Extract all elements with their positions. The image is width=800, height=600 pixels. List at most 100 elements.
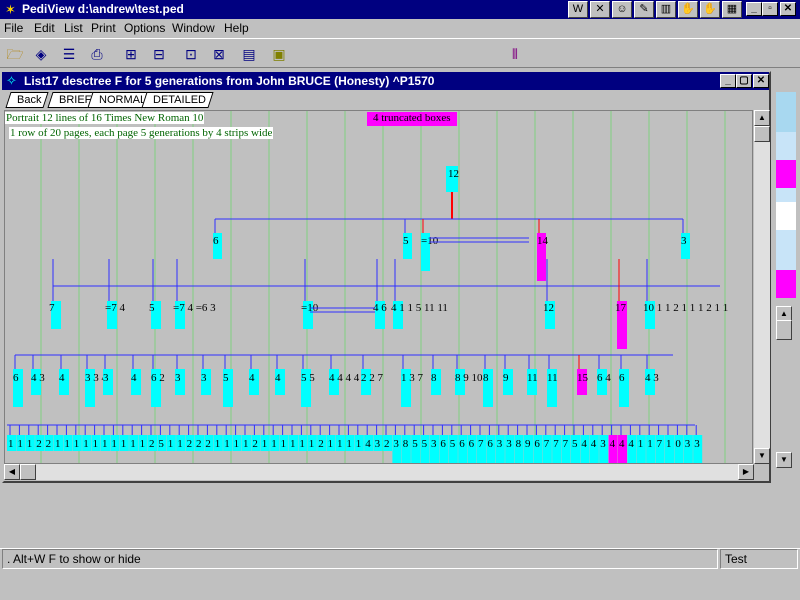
- side-scroll-thumb[interactable]: [776, 320, 792, 340]
- side-block[interactable]: [776, 270, 796, 298]
- eraser-icon[interactable]: ◈: [30, 43, 52, 65]
- printer-icon[interactable]: ⎙: [86, 43, 108, 65]
- tree-label: 3: [681, 235, 687, 247]
- tree-label: 7: [49, 302, 55, 314]
- tree-label: 6: [13, 372, 19, 384]
- tree-label: 12: [448, 168, 459, 180]
- tree-label: 1: [17, 438, 23, 450]
- boxes-icon[interactable]: ⊟: [148, 43, 170, 65]
- child-title-bar: ✧ List17 desctree F for 5 generations fr…: [2, 72, 769, 90]
- tree-label: 6: [469, 438, 475, 450]
- tree-canvas[interactable]: 12 6 5 =10 14 3 7 =7 4 5 =7 4 =6 3 =10 4 64 1 1 5 1…: [4, 110, 753, 464]
- menu-help[interactable]: Help: [224, 21, 249, 35]
- close-button[interactable]: ✕: [780, 2, 796, 16]
- horizontal-scrollbar[interactable]: ◀ ▶: [4, 464, 754, 480]
- side-block[interactable]: [776, 160, 796, 188]
- descendants-icon[interactable]: ⊡: [180, 43, 202, 65]
- tab-back[interactable]: Back: [5, 92, 50, 108]
- ancestors-icon[interactable]: ⊠: [208, 43, 230, 65]
- tree-label: 8 9 10: [455, 372, 483, 384]
- grid-icon[interactable]: ▦: [722, 1, 742, 18]
- scroll-right-button[interactable]: ▶: [738, 464, 754, 480]
- child-minimize-button[interactable]: _: [720, 74, 736, 88]
- tree-label: 11: [527, 372, 538, 384]
- tree-label: 4: [59, 372, 65, 384]
- tree-label: 1: [281, 438, 287, 450]
- tree-label: 5: [572, 438, 578, 450]
- status-file: Test: [720, 549, 798, 569]
- scroll-down-button[interactable]: ▼: [754, 448, 770, 464]
- tree-label: 1: [177, 438, 183, 450]
- side-block[interactable]: [776, 132, 796, 160]
- tree-label: 1: [8, 438, 14, 450]
- tree-label: 1: [111, 438, 117, 450]
- tree-label: 1: [64, 438, 70, 450]
- child-close-button[interactable]: ✕: [753, 74, 769, 88]
- tree-label: 1: [102, 438, 108, 450]
- tree-label: 2: [318, 438, 324, 450]
- tree-label: 8: [431, 372, 437, 384]
- tree-label: 1: [666, 438, 672, 450]
- tree-label: 9: [525, 438, 531, 450]
- menu-list[interactable]: List: [64, 21, 83, 35]
- menu-window[interactable]: Window: [172, 21, 215, 35]
- side-block[interactable]: [776, 230, 796, 270]
- tree-label: 1 3 7: [401, 372, 424, 384]
- menu-print[interactable]: Print: [91, 21, 116, 35]
- minimize-button[interactable]: _: [746, 2, 762, 16]
- tree-label: 2 2 7: [361, 372, 384, 384]
- tree-label: 7: [553, 438, 559, 450]
- tree-label: 4 6: [373, 302, 387, 314]
- tree-label: 3: [431, 438, 437, 450]
- card-icon[interactable]: ▥: [656, 1, 676, 18]
- tree-label: 1: [337, 438, 343, 450]
- scroll-left-button[interactable]: ◀: [4, 464, 20, 480]
- side-block[interactable]: [776, 188, 796, 202]
- open-folder-icon[interactable]: 🗁: [4, 43, 26, 65]
- app-icon[interactable]: ✶: [3, 2, 18, 17]
- tree-label: 3: [201, 372, 207, 384]
- tree-label: 2: [205, 438, 211, 450]
- list-lines-icon[interactable]: ☰: [58, 43, 80, 65]
- tab-detailed[interactable]: DETAILED: [141, 92, 214, 108]
- tree-grid-icon[interactable]: ⊞: [120, 43, 142, 65]
- side-block[interactable]: [776, 202, 796, 230]
- hand-icon[interactable]: ✋: [678, 1, 698, 18]
- tree-label: 2: [149, 438, 155, 450]
- scroll-thumb[interactable]: [754, 126, 770, 142]
- tree-label: 14: [537, 235, 549, 247]
- menu-options[interactable]: Options: [124, 21, 165, 35]
- tree-label: 1: [168, 438, 174, 450]
- scroll-up-button[interactable]: ▲: [754, 110, 770, 126]
- tree-label: 6 2: [151, 372, 165, 384]
- export-icon[interactable]: ▣: [268, 43, 290, 65]
- vertical-scrollbar[interactable]: ▲ ▼: [754, 110, 770, 464]
- tree-label: 1: [93, 438, 99, 450]
- child-maximize-button[interactable]: ▢: [736, 74, 752, 88]
- tree-label: 1: [638, 438, 644, 450]
- side-scroll-down[interactable]: ▼: [776, 452, 792, 468]
- app-title: PediView d:\andrew\test.ped: [22, 2, 184, 16]
- tree-label: 2: [252, 438, 258, 450]
- w-icon[interactable]: W: [568, 1, 588, 18]
- tree-label: 4: [275, 372, 281, 384]
- pen-icon[interactable]: ✎: [634, 1, 654, 18]
- tree-label: 8: [516, 438, 522, 450]
- tree-label: 11: [547, 372, 558, 384]
- side-block[interactable]: [776, 92, 796, 132]
- tree-label: 4 3: [31, 372, 45, 384]
- close-x-icon[interactable]: ✕: [590, 1, 610, 18]
- tree-label: 6: [487, 438, 493, 450]
- chart-icon[interactable]: ⫴: [504, 43, 526, 65]
- list-tree-icon[interactable]: ▤: [238, 43, 260, 65]
- page-info-line1: Portrait 12 lines of 16 Times New Roman …: [5, 112, 205, 124]
- tree-label: 5 5: [301, 372, 315, 384]
- menu-file[interactable]: File: [4, 21, 23, 35]
- hand-point-icon[interactable]: ✋: [700, 1, 720, 18]
- person-icon[interactable]: ☺: [612, 1, 632, 18]
- descendant-tree: 126 5 =10 14 37 =7 4 5 =7 4 =6 3 =10 4 64 1 1 5 1…: [7, 111, 728, 463]
- tree-label: 7: [657, 438, 663, 450]
- hscroll-thumb[interactable]: [20, 464, 36, 480]
- restore-button[interactable]: ▫: [762, 2, 778, 16]
- menu-edit[interactable]: Edit: [34, 21, 55, 35]
